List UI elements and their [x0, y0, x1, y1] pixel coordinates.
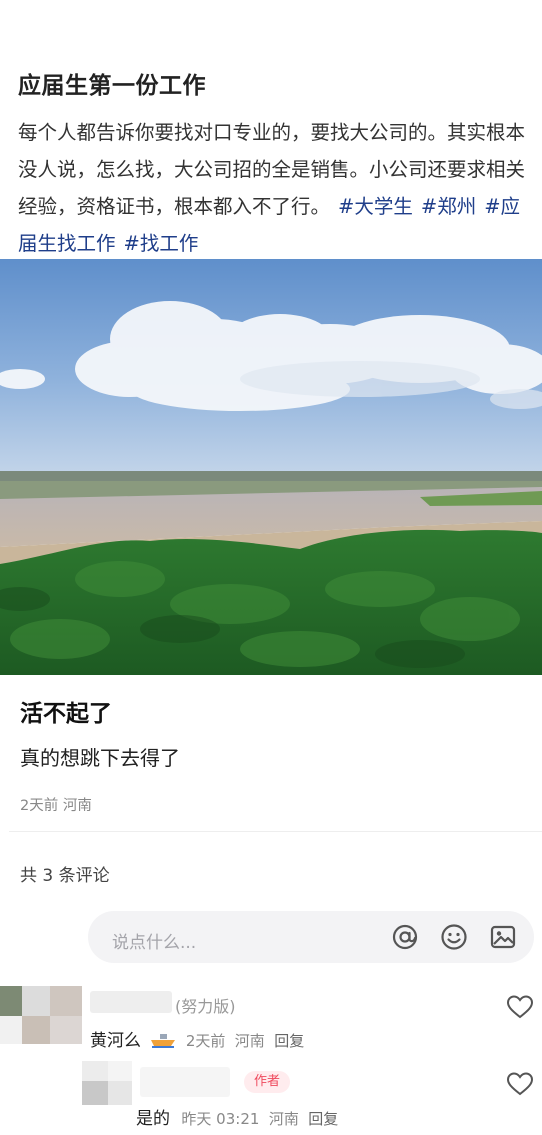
avatar[interactable] [82, 1061, 132, 1105]
comment-text-content: 是的 [136, 1109, 170, 1129]
divider [9, 831, 542, 832]
username-suffix: (努力版) [175, 997, 236, 1016]
reply-button[interactable]: 回复 [274, 1032, 304, 1050]
username[interactable] [90, 991, 172, 1013]
post-photo[interactable] [0, 259, 542, 675]
comment-text: 黄河么 2天前 河南 回复 [90, 1026, 304, 1051]
sub-title: 活不起了 [20, 701, 112, 727]
reply-button[interactable]: 回复 [308, 1110, 338, 1128]
hashtag-zhengzhou[interactable]: #郑州 [421, 195, 476, 218]
comment-input-placeholder[interactable]: 说点什么... [112, 928, 196, 953]
post-title: 应届生第一份工作 [18, 73, 206, 99]
comment-text: 是的 昨天 03:21 河南 回复 [136, 1104, 338, 1129]
hashtag-zhaogongzuo[interactable]: #找工作 [124, 232, 199, 255]
comment-time: 昨天 03:21 [181, 1110, 260, 1128]
avatar[interactable] [0, 986, 82, 1044]
comment-text-content: 黄河么 [90, 1031, 141, 1051]
at-icon[interactable] [390, 922, 420, 952]
heart-icon[interactable] [506, 1071, 534, 1097]
comment-count: 共 3 条评论 [20, 866, 110, 886]
username[interactable] [140, 1067, 230, 1097]
post-body: 每个人都告诉你要找对口专业的，要找大公司的。其实根本没人说，怎么找，大公司招的全… [18, 114, 528, 262]
heart-icon[interactable] [506, 994, 534, 1020]
comment-location: 河南 [268, 1110, 299, 1128]
comment-time: 2天前 [185, 1032, 226, 1050]
post-meta: 2天前 河南 [20, 798, 92, 814]
sub-body: 真的想跳下去得了 [20, 746, 180, 770]
boat-icon [151, 1034, 176, 1048]
author-badge: 作者 [244, 1071, 291, 1093]
hashtag-daxuesheng[interactable]: #大学生 [338, 195, 413, 218]
image-icon[interactable] [488, 922, 518, 952]
emoji-icon[interactable] [439, 922, 469, 952]
comment-location: 河南 [234, 1032, 265, 1050]
